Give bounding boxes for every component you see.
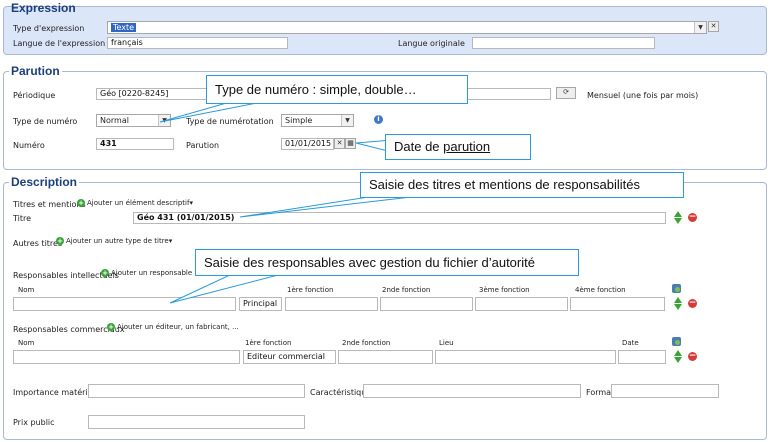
callout-date-underlined: parution xyxy=(443,139,491,154)
callout-titres: Saisie des titres et mentions de respons… xyxy=(360,172,684,198)
pointer-titres xyxy=(239,195,421,218)
callout-pointers xyxy=(159,101,421,304)
callout-date-parution: Date de parution xyxy=(385,134,531,160)
callout-responsables: Saisie des responsables avec gestion du … xyxy=(195,249,579,276)
callout-type-numero: Type de numéro : simple, double… xyxy=(206,75,468,104)
pointer-type-numero xyxy=(159,101,263,123)
callout-date-prefix: Date de xyxy=(394,139,444,154)
pointer-responsables xyxy=(169,273,283,304)
